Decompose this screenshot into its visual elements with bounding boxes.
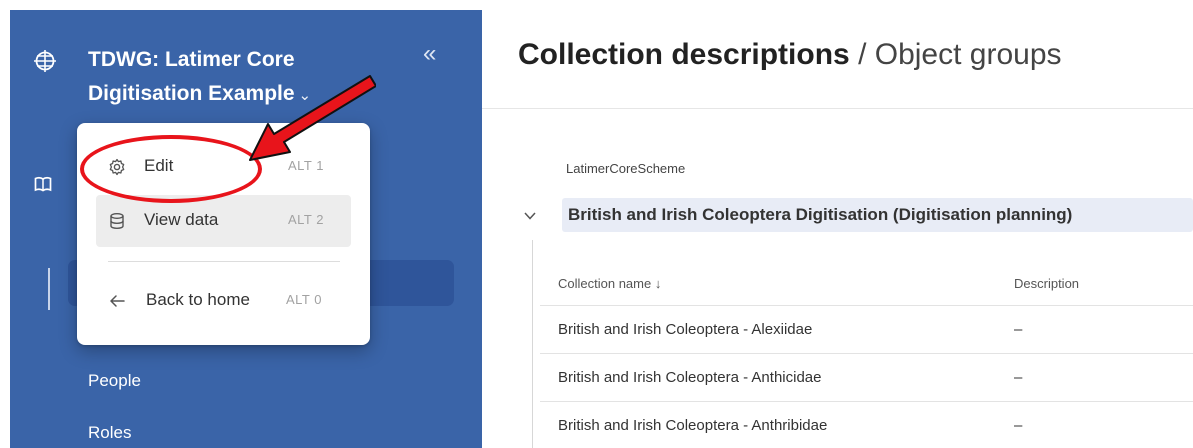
table-cell-collection-name: British and Irish Coleoptera - Anthicida… xyxy=(558,369,822,386)
table-row[interactable]: British and Irish Coleoptera - Anthribid… xyxy=(540,402,1193,448)
table-cell-collection-name: British and Irish Coleoptera - Anthribid… xyxy=(558,417,828,434)
table-row[interactable]: British and Irish Coleoptera - Anthicida… xyxy=(540,354,1193,402)
chevron-down-icon[interactable] xyxy=(523,209,537,223)
annotation-highlight-ellipse xyxy=(80,135,262,203)
collapse-sidebar-icon[interactable]: « xyxy=(423,40,447,67)
scheme-label: LatimerCoreScheme xyxy=(566,161,686,176)
nav-tree-line xyxy=(48,268,50,310)
tree-connector-line xyxy=(532,240,533,448)
page-title: Collection descriptions / Object groups xyxy=(518,38,1062,72)
sidebar-item-people[interactable]: People xyxy=(88,371,141,391)
table-header-row: Collection name ↓ Description xyxy=(540,260,1193,306)
column-header-collection-name[interactable]: Collection name ↓ xyxy=(558,276,661,291)
column-header-description[interactable]: Description xyxy=(1014,276,1079,291)
table-cell-collection-name: British and Irish Coleoptera - Alexiidae xyxy=(558,321,813,338)
menu-item-view-data[interactable]: View data ALT 2 xyxy=(96,195,351,247)
globe-icon[interactable] xyxy=(32,48,58,74)
page-title-separator: / xyxy=(858,38,867,71)
scheme-name: British and Irish Coleoptera Digitisatio… xyxy=(568,205,1073,224)
menu-item-view-data-shortcut: ALT 2 xyxy=(288,212,324,227)
annotation-arrow-icon xyxy=(249,75,376,161)
table-cell-description: – xyxy=(1014,417,1023,434)
menu-item-back-to-home[interactable]: Back to home ALT 0 xyxy=(96,275,351,327)
page-title-secondary: Object groups xyxy=(874,38,1062,71)
arrow-left-icon xyxy=(110,295,125,307)
book-icon[interactable] xyxy=(34,175,52,193)
header-divider xyxy=(482,108,1193,109)
database-icon xyxy=(110,213,124,230)
table-cell-description: – xyxy=(1014,321,1023,338)
table-row[interactable]: British and Irish Coleoptera - Alexiidae… xyxy=(540,306,1193,354)
page-title-primary[interactable]: Collection descriptions xyxy=(518,38,850,71)
table-cell-description: – xyxy=(1014,369,1023,386)
sidebar-item-roles[interactable]: Roles xyxy=(88,423,131,443)
menu-item-back-to-home-label: Back to home xyxy=(146,290,250,309)
menu-item-view-data-label: View data xyxy=(144,210,219,229)
scheme-name-chip[interactable]: British and Irish Coleoptera Digitisatio… xyxy=(562,198,1193,232)
menu-item-back-to-home-shortcut: ALT 0 xyxy=(286,292,322,307)
menu-divider xyxy=(108,261,340,262)
collections-table: Collection name ↓ Description British an… xyxy=(540,260,1193,448)
